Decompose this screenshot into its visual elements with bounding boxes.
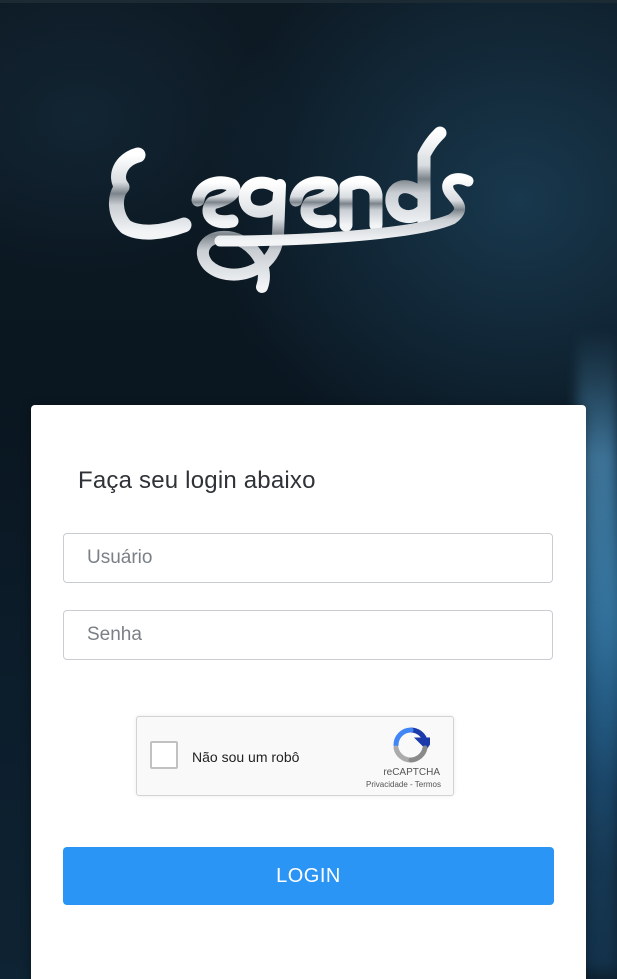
legends-logo (109, 126, 474, 293)
login-button[interactable]: LOGIN (63, 847, 554, 905)
recaptcha-widget: Não sou um robô reCAPTCHA Privacidade - … (136, 716, 454, 796)
recaptcha-brand: reCAPTCHA (383, 767, 440, 778)
recaptcha-links[interactable]: Privacidade - Termos (366, 780, 441, 789)
top-strip (0, 0, 617, 3)
recaptcha-logo-icon (393, 727, 430, 763)
password-input[interactable] (63, 610, 553, 660)
username-input[interactable] (63, 533, 553, 583)
recaptcha-label: Não sou um robô (192, 749, 300, 765)
login-card: Faça seu login abaixo Não sou um robô re… (31, 405, 586, 979)
recaptcha-checkbox[interactable] (150, 741, 178, 769)
login-title: Faça seu login abaixo (78, 467, 316, 494)
login-screen: Faça seu login abaixo Não sou um robô re… (0, 0, 617, 979)
